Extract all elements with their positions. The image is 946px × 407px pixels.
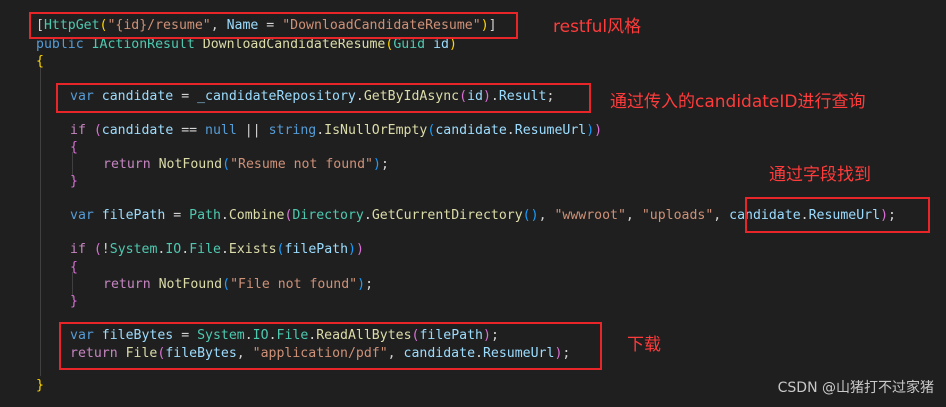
token: .	[316, 123, 325, 138]
token: ||	[236, 123, 269, 138]
token: DownloadCandidateResume	[202, 37, 386, 52]
annotation-box-download	[59, 322, 602, 370]
annotation-query-by-id: 通过传入的candidateID进行查询	[610, 92, 866, 112]
code-line-if-null: if (candidate == null || string.IsNullOr…	[70, 121, 602, 141]
annotation-find-by-field: 通过字段找到	[769, 165, 871, 185]
token: (	[93, 123, 102, 138]
token: )	[594, 123, 603, 138]
token: )	[357, 277, 366, 292]
token: public	[36, 37, 84, 52]
token: "File not found"	[230, 277, 358, 292]
token: .	[220, 208, 229, 223]
token: GetCurrentDirectory	[371, 208, 523, 223]
code-line-return-file: return NotFound("File not found");	[103, 275, 373, 295]
indent-guide	[40, 66, 41, 376]
token: File	[189, 242, 221, 257]
token: NotFound	[158, 277, 223, 292]
token: }	[36, 378, 44, 393]
token: (	[222, 277, 231, 292]
token: if	[70, 242, 86, 257]
code-line-close-brace: }	[36, 376, 44, 396]
token: .	[506, 123, 515, 138]
token: Guid	[393, 37, 426, 52]
token: (	[93, 242, 102, 257]
annotation-box-attribute	[29, 12, 518, 39]
token: Exists	[228, 242, 277, 257]
token: Path	[189, 208, 221, 223]
token: )	[586, 123, 595, 138]
code-line-open-brace: {	[36, 52, 44, 72]
token: filePath	[101, 208, 166, 223]
code-line-brace: }	[70, 172, 78, 192]
token: null	[205, 123, 237, 138]
code-line-return-resume: return NotFound("Resume not found");	[103, 155, 389, 175]
annotation-restful: restful风格	[553, 17, 642, 37]
token: )	[348, 242, 356, 257]
token: )	[373, 157, 381, 172]
token: }	[70, 294, 78, 309]
code-line-if-exists: if (!System.IO.File.Exists(filePath))	[70, 240, 364, 260]
token: filePath	[284, 242, 349, 257]
token: )	[448, 37, 457, 52]
token: =	[165, 208, 190, 223]
token: {	[70, 140, 78, 155]
token: .	[220, 242, 229, 257]
token: candidate	[101, 123, 174, 138]
token: )	[355, 242, 364, 257]
token: IActionResult	[91, 37, 195, 52]
token: !	[101, 242, 110, 257]
token: (	[222, 157, 231, 172]
token: }	[70, 174, 78, 189]
token: return	[103, 277, 151, 292]
token: .	[363, 208, 372, 223]
token: candidate	[435, 123, 507, 138]
annotation-download: 下载	[627, 335, 661, 355]
token: ==	[173, 123, 206, 138]
token: {	[36, 54, 44, 69]
token: return	[103, 157, 151, 172]
token: "uploads"	[641, 208, 714, 223]
token: ;	[380, 157, 389, 172]
token: id	[433, 37, 449, 52]
token: (	[276, 242, 285, 257]
token: ()	[522, 208, 539, 223]
token: ;	[365, 277, 374, 292]
token: .	[181, 242, 190, 257]
token: "wwwroot"	[554, 208, 626, 223]
token: ,	[713, 208, 730, 223]
token: ,	[625, 208, 642, 223]
token: ResumeUrl	[514, 123, 587, 138]
token: IO	[165, 242, 182, 257]
token: IsNullOrEmpty	[324, 123, 428, 138]
token: Directory	[292, 208, 364, 223]
csdn-watermark: CSDN @山猪打不过家猪	[777, 380, 934, 396]
code-line-brace: {	[70, 138, 78, 158]
token: System	[109, 242, 158, 257]
token: NotFound	[158, 157, 223, 172]
token: Combine	[228, 208, 285, 223]
annotation-box-query	[56, 83, 591, 113]
token: "Resume not found"	[230, 157, 373, 172]
token: ,	[538, 208, 555, 223]
token: var	[70, 208, 94, 223]
token: if	[70, 123, 86, 138]
code-line-brace: {	[70, 258, 78, 278]
annotation-box-resume-url	[745, 197, 930, 233]
code-line-brace: }	[70, 292, 78, 312]
token: string	[268, 123, 317, 138]
token: {	[70, 260, 78, 275]
